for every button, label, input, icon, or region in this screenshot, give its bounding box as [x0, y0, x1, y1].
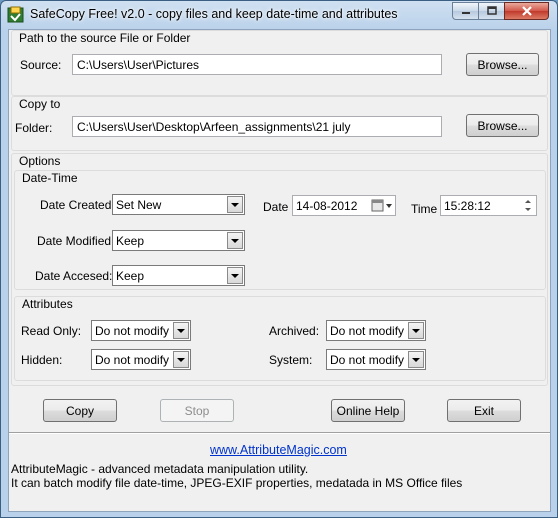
chevron-down-icon[interactable] — [227, 232, 243, 249]
date-accessed-select[interactable]: Keep — [112, 265, 245, 286]
date-created-label: Date Created: — [40, 198, 115, 212]
stop-button[interactable]: Stop — [160, 399, 234, 422]
chevron-down-icon[interactable] — [227, 267, 243, 284]
time-spinner[interactable] — [520, 197, 535, 214]
online-help-button[interactable]: Online Help — [331, 399, 405, 422]
chevron-down-icon[interactable] — [408, 351, 424, 368]
date-modified-select[interactable]: Keep — [112, 230, 245, 251]
source-browse-button[interactable]: Browse... — [466, 53, 539, 76]
system-label: System: — [269, 353, 313, 367]
chevron-down-icon[interactable] — [408, 322, 424, 339]
read-only-label: Read Only: — [21, 324, 82, 338]
time-label: Time — [411, 202, 438, 216]
time-value: 15:28:12 — [444, 199, 491, 213]
source-path-input[interactable]: C:\Users\User\Pictures — [72, 54, 442, 75]
archived-label: Archived: — [269, 324, 320, 338]
minimize-button[interactable] — [452, 2, 479, 20]
chevron-down-icon[interactable] — [173, 351, 189, 368]
copyto-group-title: Copy to — [19, 97, 61, 111]
chevron-down-icon[interactable] — [173, 322, 189, 339]
date-picker[interactable]: 14-08-2012 — [292, 195, 396, 216]
title-bar[interactable]: SafeCopy Free! v2.0 - copy files and kee… — [1, 1, 557, 29]
footer-line-2: It can batch modify file date-time, JPEG… — [11, 476, 463, 490]
hidden-label: Hidden: — [21, 353, 63, 367]
close-icon — [521, 6, 532, 16]
date-label: Date — [263, 200, 289, 214]
minimize-icon — [461, 12, 470, 14]
spin-down-icon[interactable] — [520, 205, 535, 213]
chevron-down-icon[interactable] — [227, 196, 243, 213]
read-only-value: Do not modify — [95, 324, 170, 338]
app-icon — [7, 6, 24, 23]
maximize-icon — [486, 6, 497, 15]
copyto-group: Copy to Folder: C:\Users\User\Desktop\Ar… — [11, 96, 548, 151]
exit-button[interactable]: Exit — [447, 399, 521, 422]
folder-label: Folder: — [15, 121, 53, 135]
date-created-select[interactable]: Set New — [112, 194, 245, 215]
source-group: Path to the source File or Folder Source… — [11, 30, 548, 96]
calendar-dropdown-icon[interactable] — [371, 199, 393, 213]
folder-browse-button[interactable]: Browse... — [466, 114, 539, 137]
close-button[interactable] — [504, 2, 549, 20]
window-title: SafeCopy Free! v2.0 - copy files and kee… — [30, 7, 398, 21]
attributes-group-title: Attributes — [22, 297, 73, 311]
datetime-group-title: Date-Time — [22, 171, 78, 185]
date-value: 14-08-2012 — [296, 199, 358, 213]
datetime-group: Date-Time Date Created: Set New Date 14-… — [14, 170, 546, 290]
archived-value: Do not modify — [330, 324, 405, 338]
system-select[interactable]: Do not modify — [326, 349, 426, 370]
date-modified-value: Keep — [116, 234, 145, 248]
time-input[interactable]: 15:28:12 — [440, 195, 537, 216]
copy-button[interactable]: Copy — [43, 399, 117, 422]
date-created-value: Set New — [116, 198, 162, 212]
destination-folder-input[interactable]: C:\Users\User\Desktop\Arfeen_assignments… — [72, 116, 442, 137]
source-label: Source: — [20, 58, 62, 72]
website-link[interactable]: www.AttributeMagic.com — [210, 443, 347, 457]
hidden-value: Do not modify — [95, 353, 170, 367]
maximize-button[interactable] — [478, 2, 505, 20]
system-value: Do not modify — [330, 353, 405, 367]
date-accessed-value: Keep — [116, 269, 145, 283]
main-panel: Path to the source File or Folder Source… — [8, 29, 551, 512]
read-only-select[interactable]: Do not modify — [91, 320, 191, 341]
options-group: Options Date-Time Date Created: Set New … — [11, 153, 548, 386]
spin-up-icon[interactable] — [520, 197, 535, 205]
footer-line-1: AttributeMagic - advanced metadata manip… — [11, 462, 309, 476]
date-accessed-label: Date Accesed: — [35, 269, 113, 283]
hidden-select[interactable]: Do not modify — [91, 349, 191, 370]
archived-select[interactable]: Do not modify — [326, 320, 426, 341]
app-window: SafeCopy Free! v2.0 - copy files and kee… — [0, 0, 558, 518]
options-group-title: Options — [19, 154, 61, 168]
attributes-group: Attributes Read Only: Do not modify Arch… — [14, 296, 546, 381]
source-group-title: Path to the source File or Folder — [19, 31, 191, 45]
footer-divider — [9, 432, 550, 434]
date-modified-label: Date Modified: — [37, 234, 115, 248]
